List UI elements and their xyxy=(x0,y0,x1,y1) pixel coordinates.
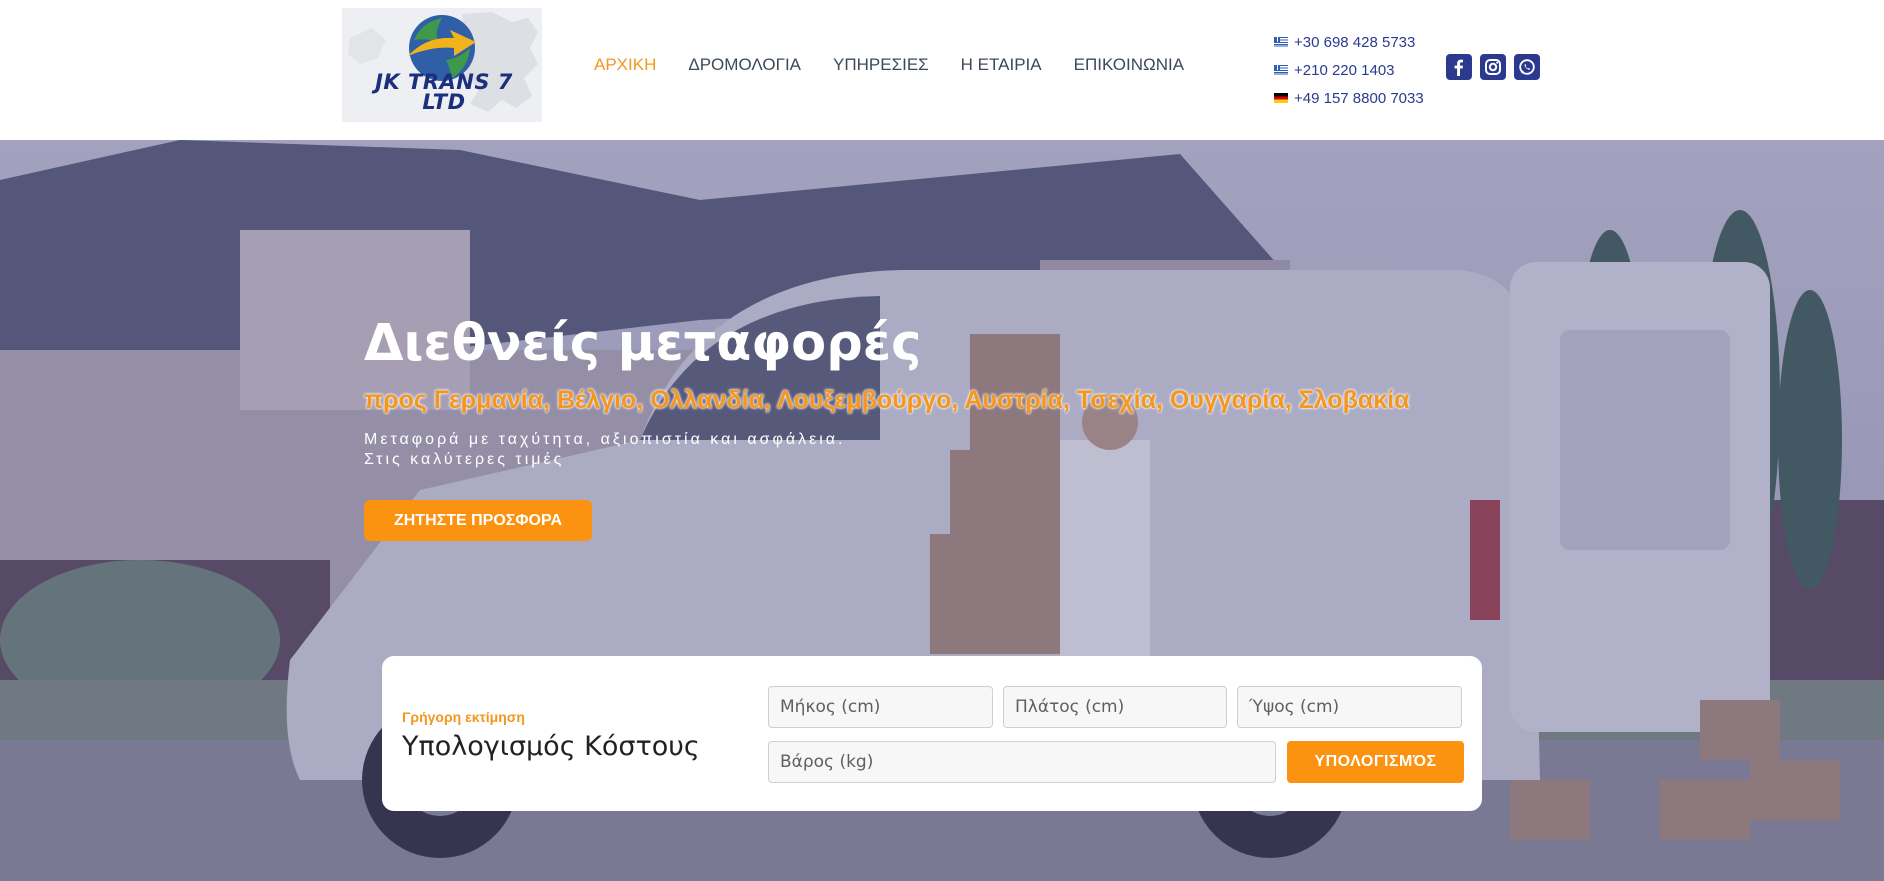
phone-list: +30 698 428 5733 +210 220 1403 +49 157 8… xyxy=(1274,28,1424,112)
phone-link-greece-mobile[interactable]: +30 698 428 5733 xyxy=(1274,28,1424,56)
main-nav: ΑΡΧΙΚΗ ΔΡΟΜΟΛΟΓΙΑ ΥΠΗΡΕΣΙΕΣ Η ΕΤΑΙΡΙΑ ΕΠ… xyxy=(594,55,1216,75)
width-input[interactable] xyxy=(1003,686,1227,728)
nav-item-company[interactable]: Η ΕΤΑΙΡΙΑ xyxy=(961,55,1042,75)
logo-line-2: LTD xyxy=(422,90,466,114)
hero-tagline-line-1: Μεταφορά με ταχύτητα, αξιοπιστία και ασφ… xyxy=(364,431,846,448)
phone-link-germany[interactable]: +49 157 8800 7033 xyxy=(1274,84,1424,112)
nav-item-services[interactable]: ΥΠΗΡΕΣΙΕΣ xyxy=(833,55,929,75)
hero-destinations: προς Γερμανία, Βέλγιο, Ολλανδία, Λουξεμβ… xyxy=(364,386,1410,414)
instagram-icon[interactable] xyxy=(1480,54,1506,80)
calculate-button[interactable]: ΥΠΟΛΟΓΙΣΜΌΣ xyxy=(1287,741,1464,783)
site-header: JK TRANS 7 LTD ΑΡΧΙΚΗ ΔΡΟΜΟΛΟΓΙΑ ΥΠΗΡΕΣΙ… xyxy=(0,0,1884,140)
whatsapp-icon[interactable] xyxy=(1514,54,1540,80)
phone-number: +49 157 8800 7033 xyxy=(1294,89,1424,107)
germany-flag-icon xyxy=(1274,93,1288,103)
hero-tagline-line-2: Στις καλύτερες τιμές xyxy=(364,451,565,468)
company-logo[interactable]: JK TRANS 7 LTD xyxy=(342,8,542,122)
phone-link-greece-landline[interactable]: +210 220 1403 xyxy=(1274,56,1424,84)
estimate-title: Υπολογισμός Κόστους xyxy=(402,731,700,762)
greece-flag-icon xyxy=(1274,37,1288,47)
logo-wordmark: JK TRANS 7 LTD xyxy=(364,70,524,114)
estimate-kicker: Γρήγορη εκτίμηση xyxy=(402,709,525,725)
hero-tagline: Μεταφορά με ταχύτητα, αξιοπιστία και ασφ… xyxy=(364,430,845,470)
hero-title: Διεθνείς μεταφορές xyxy=(364,314,922,373)
nav-item-contact[interactable]: ΕΠΙΚΟΙΝΩΝΙΑ xyxy=(1074,55,1184,75)
cost-estimate-card: Γρήγορη εκτίμηση Υπολογισμός Κόστους ΥΠΟ… xyxy=(382,656,1482,811)
phone-number: +210 220 1403 xyxy=(1294,61,1395,79)
logo-line-1: JK TRANS 7 xyxy=(375,70,513,94)
facebook-icon[interactable] xyxy=(1446,54,1472,80)
height-input[interactable] xyxy=(1237,686,1462,728)
phone-number: +30 698 428 5733 xyxy=(1294,33,1416,51)
nav-item-home[interactable]: ΑΡΧΙΚΗ xyxy=(594,55,656,75)
social-links xyxy=(1446,54,1540,80)
length-input[interactable] xyxy=(768,686,993,728)
nav-item-routes[interactable]: ΔΡΟΜΟΛΟΓΙΑ xyxy=(688,55,801,75)
request-quote-button[interactable]: ΖΗΤΗΣΤΕ ΠΡΟΣΦΟΡΑ xyxy=(364,500,592,541)
greece-flag-icon xyxy=(1274,65,1288,75)
weight-input[interactable] xyxy=(768,741,1276,783)
